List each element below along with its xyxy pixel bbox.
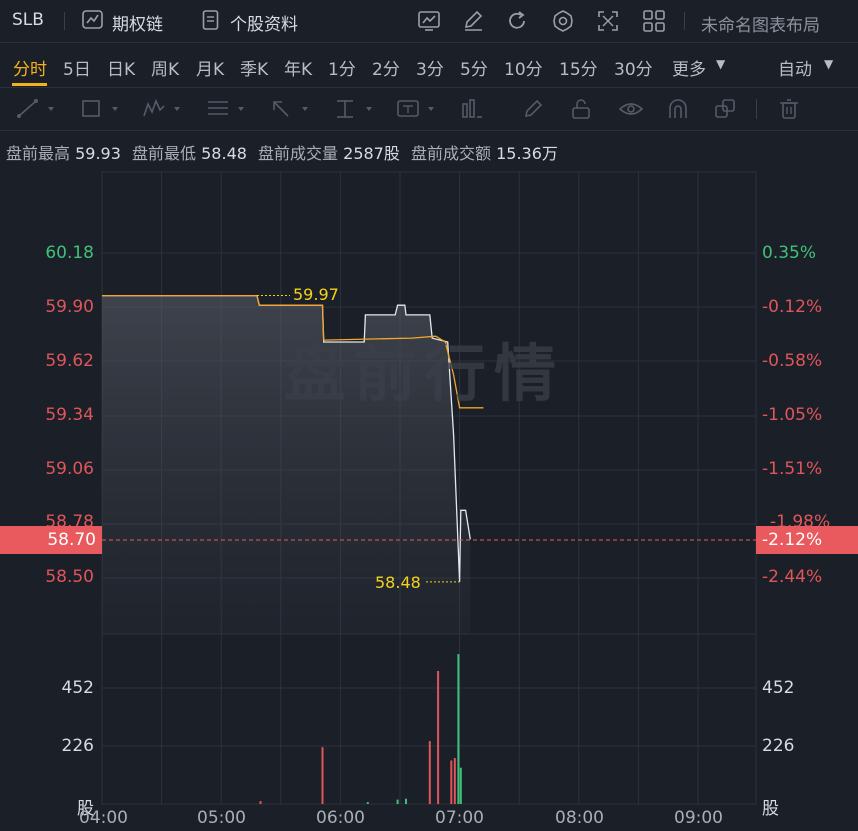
volume-bars <box>259 654 462 804</box>
x-tick: 04:00 <box>79 808 128 828</box>
volume-bar <box>405 798 407 804</box>
price-tick: 58.50 <box>45 567 94 587</box>
volume-tick: 452 <box>61 678 94 698</box>
current-price-value: 58.70 <box>47 530 96 550</box>
price-tick: 60.18 <box>45 243 94 263</box>
x-tick: 05:00 <box>197 808 246 828</box>
volume-bar <box>366 802 369 804</box>
price-tick: 59.34 <box>45 405 94 425</box>
volume-tick: 226 <box>762 736 795 756</box>
pct-tick: -0.58% <box>762 351 823 371</box>
volume-bar <box>321 747 324 804</box>
x-tick: 07:00 <box>435 808 484 828</box>
current-pct-value: -2.12% <box>762 530 823 550</box>
volume-bar <box>259 801 262 804</box>
volume-tick: 226 <box>61 736 94 756</box>
volume-bar <box>453 758 456 804</box>
pct-tick: -1.51% <box>762 459 823 479</box>
volume-bar <box>396 799 399 804</box>
volume-bar <box>457 654 460 804</box>
volume-bar <box>437 671 440 804</box>
high-annotation: 59.97 <box>293 285 339 304</box>
price-tick: 59.90 <box>45 297 94 317</box>
pct-tick: -1.05% <box>762 405 823 425</box>
price-tick: 59.62 <box>45 351 94 371</box>
price-tick: 59.06 <box>45 459 94 479</box>
price-chart[interactable] <box>0 0 858 831</box>
pct-tick: -2.44% <box>762 567 823 587</box>
x-tick: 09:00 <box>674 808 723 828</box>
pct-tick: -0.12% <box>762 297 823 317</box>
x-tick: 08:00 <box>555 808 604 828</box>
current-price-badge: 58.70 <box>0 526 102 554</box>
volume-unit: 股 <box>762 799 779 819</box>
x-tick: 06:00 <box>316 808 365 828</box>
volume-bar <box>428 741 431 804</box>
volume-bar <box>459 767 462 804</box>
volume-bar <box>450 760 453 804</box>
current-pct-badge: -2.12% <box>756 526 858 554</box>
low-annotation: 58.48 <box>375 573 421 592</box>
pct-tick: 0.35% <box>762 243 817 263</box>
premarket-watermark: 盘前行情 <box>284 337 565 410</box>
volume-tick: 452 <box>762 678 795 698</box>
